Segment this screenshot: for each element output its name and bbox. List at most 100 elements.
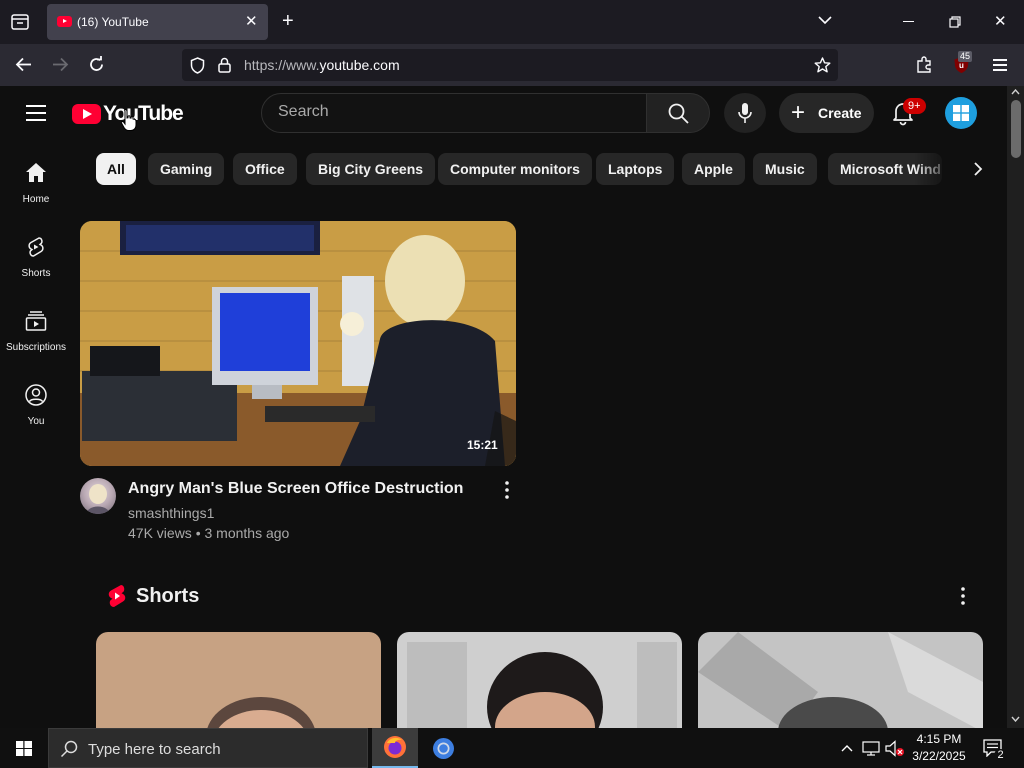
browser-nav-bar: https://www.youtube.com u 45 [0, 44, 1024, 86]
chip-all[interactable]: All [96, 153, 136, 185]
sidebar-item-label: Shorts [21, 268, 51, 279]
chrome-icon [433, 738, 454, 759]
sidebar-item-you[interactable]: You [0, 383, 72, 453]
home-icon [26, 163, 46, 182]
video-duration: 15:21 [467, 438, 498, 452]
short-card-1[interactable] [96, 632, 381, 728]
youtube-favicon-icon [57, 16, 72, 27]
more-options-icon[interactable] [498, 480, 516, 500]
sidebar-item-label: Subscriptions [5, 342, 67, 353]
short-thumbnail-2 [397, 632, 682, 728]
scroll-up-icon[interactable] [1011, 89, 1020, 95]
shorts-more-options-icon[interactable] [955, 586, 971, 606]
video-metadata: 47K views • 3 months ago [128, 525, 290, 541]
channel-avatar[interactable] [80, 478, 116, 514]
scroll-down-icon[interactable] [1011, 716, 1020, 722]
sidebar-item-label: Home [22, 194, 50, 205]
close-tab-icon[interactable]: ✕ [245, 12, 258, 30]
short-thumbnail-1 [96, 632, 381, 728]
svg-text:u: u [959, 61, 964, 70]
search-input[interactable] [278, 103, 628, 121]
forward-arrow-icon[interactable] [52, 57, 69, 72]
shorts-logo-icon [108, 585, 126, 607]
browser-tab-bar: (16) YouTube ✕ + ✕ [0, 0, 1024, 44]
scrollbar-thumb[interactable] [1011, 100, 1021, 158]
taskbar-clock[interactable]: 4:15 PM 3/22/2025 [908, 731, 970, 765]
browser-tab-youtube[interactable]: (16) YouTube ✕ [47, 4, 268, 40]
voice-search-button[interactable] [724, 93, 766, 133]
firefox-view-icon[interactable] [11, 14, 29, 30]
short-card-3[interactable] [698, 632, 983, 728]
search-icon [668, 103, 689, 124]
chip-fade [914, 148, 970, 188]
bookmark-star-icon[interactable] [814, 57, 831, 73]
taskbar-firefox[interactable] [372, 728, 418, 768]
show-hidden-icons-chevron-icon[interactable] [841, 744, 853, 752]
page-scrollbar[interactable] [1007, 86, 1024, 728]
close-window-icon[interactable]: ✕ [994, 14, 1007, 30]
sidebar-item-subscriptions[interactable]: Subscriptions [0, 309, 72, 379]
tab-title: (16) YouTube [77, 15, 149, 29]
youtube-page: YouTube + Create 9+ [0, 86, 1007, 728]
microphone-icon [738, 103, 752, 123]
chip-apple[interactable]: Apple [682, 153, 745, 185]
taskbar-search-text: Type here to search [88, 741, 221, 758]
chip-big-city-greens[interactable]: Big City Greens [306, 153, 436, 185]
clock-date: 3/22/2025 [912, 749, 966, 763]
search-box [261, 93, 647, 133]
firefox-icon [384, 736, 406, 758]
video-thumbnail[interactable] [80, 221, 516, 466]
notification-count-badge: 9+ [903, 98, 926, 114]
search-button[interactable] [646, 93, 710, 133]
new-tab-icon[interactable]: + [282, 11, 294, 31]
youtube-play-logo-icon [72, 104, 101, 124]
plus-icon: + [791, 99, 806, 126]
video-channel-name[interactable]: smashthings1 [128, 505, 214, 521]
minimize-icon[interactable] [903, 21, 914, 22]
windows-logo-icon [953, 105, 969, 121]
taskbar-search-icon [60, 740, 78, 758]
volume-muted-icon[interactable] [885, 740, 905, 757]
shield-icon[interactable] [190, 57, 205, 74]
restore-icon[interactable] [949, 16, 961, 28]
chip-gaming[interactable]: Gaming [148, 153, 225, 185]
youtube-logo-text: YouTube [103, 102, 184, 125]
extensions-puzzle-icon[interactable] [916, 56, 933, 73]
chip-office[interactable]: Office [233, 153, 297, 185]
channel-avatar-image [86, 484, 110, 514]
sidebar-item-label: You [27, 416, 45, 427]
sidebar-item-home[interactable]: Home [0, 161, 72, 231]
chip-music[interactable]: Music [753, 153, 817, 185]
url-text[interactable]: https://www.youtube.com [244, 57, 400, 73]
notification-count: 2 [994, 749, 1007, 762]
sidebar-item-shorts[interactable]: Shorts [0, 235, 72, 305]
shorts-section-title: Shorts [136, 585, 200, 607]
you-icon [25, 384, 47, 406]
chip-laptops[interactable]: Laptops [596, 153, 675, 185]
extension-badge: 45 [958, 51, 973, 62]
lock-icon[interactable] [218, 57, 231, 73]
app-menu-icon[interactable] [993, 59, 1007, 71]
account-avatar[interactable] [945, 97, 977, 129]
short-card-2[interactable] [397, 632, 682, 728]
chip-computer-monitors[interactable]: Computer monitors [438, 153, 592, 185]
youtube-header: YouTube + Create 9+ [0, 86, 1007, 142]
guide-menu-icon[interactable] [26, 105, 46, 121]
back-arrow-icon[interactable] [15, 57, 32, 72]
short-thumbnail-3 [698, 632, 983, 728]
windows-start-icon[interactable] [16, 741, 32, 756]
url-bar[interactable]: https://www.youtube.com [182, 49, 838, 81]
thumbnail-image [80, 221, 516, 466]
hand-cursor-icon [120, 108, 137, 131]
shorts-icon [28, 237, 44, 257]
taskbar-chrome[interactable] [420, 728, 466, 768]
video-title[interactable]: Angry Man's Blue Screen Office Destructi… [128, 480, 463, 498]
taskbar-search-box[interactable]: Type here to search [48, 728, 368, 768]
reload-icon[interactable] [88, 56, 105, 73]
list-tabs-chevron-icon[interactable] [818, 16, 832, 25]
windows-taskbar: Type here to search 4:15 PM 3/22/2025 2 [0, 728, 1024, 768]
network-icon[interactable] [862, 741, 880, 756]
create-label: Create [818, 105, 862, 121]
chevron-right-icon[interactable] [968, 159, 988, 179]
create-button[interactable]: + Create [779, 93, 874, 133]
